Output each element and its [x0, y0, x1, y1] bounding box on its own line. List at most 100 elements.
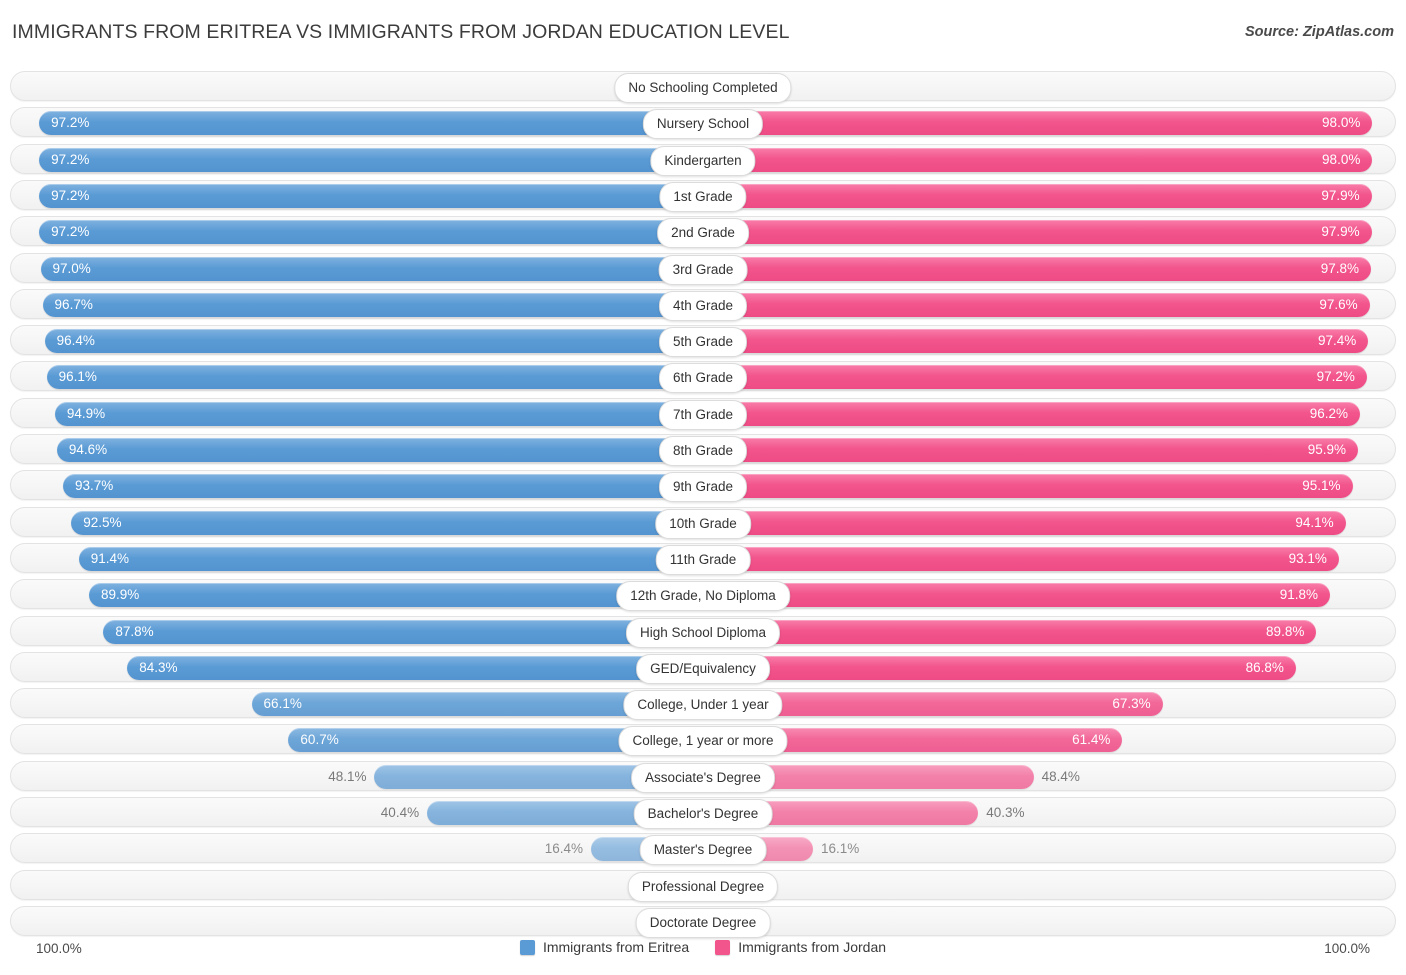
legend-label: Immigrants from Jordan [738, 939, 887, 955]
bar-value-jordan: 96.2% [1309, 405, 1349, 421]
legend-swatch-pink [715, 939, 731, 955]
bar-eritrea: 87.8% [103, 619, 703, 644]
chart-row: 93.7% 95.1% 9th Grade [10, 470, 1396, 503]
bar-value-eritrea: 48.1% [328, 768, 367, 784]
bar-value-jordan: 16.1% [820, 841, 860, 857]
bar-value-jordan: 61.4% [1072, 732, 1111, 748]
category-label: Nursery School [642, 109, 764, 140]
bar-value-eritrea: 84.3% [139, 659, 178, 675]
legend-swatch-blue [519, 939, 535, 955]
category-label: 3rd Grade [658, 254, 748, 285]
bar-jordan: 97.8% [703, 256, 1371, 281]
bar-eritrea: 94.6% [56, 438, 703, 462]
chart-row: 4.8%4.7%Professional Degree [10, 869, 1396, 902]
bar-value-eritrea: 91.4% [90, 550, 130, 566]
bar-value-eritrea: 97.2% [51, 151, 90, 167]
bar-value-jordan: 97.4% [1317, 333, 1357, 349]
chart-row: 60.7% 61.4% College, 1 year or more [10, 724, 1396, 757]
chart-row: 94.9% 96.2% 7th Grade [10, 397, 1396, 430]
chart-row: 97.2% 97.9% 1st Grade [10, 179, 1396, 212]
chart-row: 2.1%2.0%Doctorate Degree [10, 905, 1396, 938]
bar-jordan: 96.2% [703, 401, 1361, 426]
chart-row: 2.8%2.0%No Schooling Completed [10, 71, 1396, 103]
diverging-bar-chart: 2.8%2.0%No Schooling Completed 97.2% 98.0%… [0, 62, 1406, 938]
bar-value-eritrea: 97.2% [51, 115, 90, 131]
bar-jordan: 97.6% [703, 292, 1370, 317]
bar-value-eritrea: 97.0% [52, 260, 91, 276]
legend-item: Immigrants from Eritrea [519, 939, 689, 955]
bar-value-jordan: 48.4% [1041, 768, 1080, 784]
bar-value-jordan: 86.8% [1245, 659, 1284, 675]
bar-jordan: 95.9% [703, 438, 1358, 462]
chart-row: 92.5% 94.1% 10th Grade [10, 506, 1396, 539]
category-label: 4th Grade [658, 290, 748, 321]
bar-value-jordan: 98.0% [1322, 151, 1361, 167]
bar-value-eritrea: 16.4% [544, 841, 583, 857]
bar-value-jordan: 97.8% [1320, 260, 1359, 276]
source-label: Source: ZipAtlas.com [1244, 24, 1394, 40]
category-label: No Schooling Completed [614, 73, 792, 103]
bar-eritrea: 96.1% [46, 365, 703, 390]
category-label: Doctorate Degree [635, 907, 771, 938]
bar-jordan: 98.0% [703, 147, 1373, 172]
bar-eritrea: 97.0% [40, 256, 703, 281]
category-label: 6th Grade [658, 363, 748, 394]
bar-value-jordan: 67.3% [1112, 696, 1151, 712]
chart-legend: Immigrants from Eritrea Immigrants from J… [0, 939, 1406, 955]
bar-eritrea: 96.7% [42, 292, 703, 317]
bar-eritrea: 89.9% [88, 583, 703, 608]
bar-jordan: 91.8% [703, 583, 1330, 608]
bar-value-jordan: 91.8% [1279, 587, 1318, 603]
chart-header: IMMIGRANTS FROM ERITREA VS IMMIGRANTS FR… [0, 0, 1406, 60]
category-label: 7th Grade [658, 399, 748, 430]
category-label: Professional Degree [627, 871, 779, 902]
category-label: High School Diploma [625, 617, 781, 648]
category-label: 8th Grade [658, 436, 748, 466]
bar-eritrea: 84.3% [127, 655, 703, 680]
chart-row: 87.8% 89.8% High School Diploma [10, 615, 1396, 648]
bar-value-jordan: 95.9% [1307, 442, 1346, 457]
category-label: Associate's Degree [631, 762, 775, 793]
category-label: Master's Degree [639, 835, 767, 866]
chart-row: 94.6% 95.9% 8th Grade [10, 434, 1396, 466]
bar-eritrea: 97.2% [39, 220, 703, 245]
bar-jordan: 97.9% [703, 183, 1372, 208]
chart-row: 48.1% 48.4% Associate's Degree [10, 760, 1396, 793]
chart-row: 97.2% 98.0% Kindergarten [10, 143, 1396, 176]
bar-jordan: 89.8% [703, 619, 1317, 644]
chart-row: 16.4% 16.1% Master's Degree [10, 833, 1396, 866]
category-label: Bachelor's Degree [633, 799, 773, 829]
bar-jordan: 98.0% [703, 111, 1373, 136]
category-label: 1st Grade [659, 181, 747, 212]
bar-value-jordan: 97.9% [1321, 224, 1360, 240]
bar-eritrea: 97.2% [39, 147, 703, 172]
bar-jordan: 93.1% [703, 546, 1339, 571]
bar-value-eritrea: 97.2% [51, 187, 90, 203]
bar-value-jordan: 93.1% [1288, 550, 1327, 566]
bar-eritrea: 92.5% [71, 510, 703, 535]
bar-value-jordan: 97.2% [1316, 369, 1355, 385]
bar-value-jordan: 89.8% [1266, 623, 1305, 639]
bar-value-jordan: 40.3% [986, 805, 1025, 820]
category-label: 5th Grade [658, 327, 748, 358]
bar-value-eritrea: 40.4% [380, 805, 420, 820]
chart-row: 96.1% 97.2% 6th Grade [10, 361, 1396, 394]
chart-row: 96.7% 97.6% 4th Grade [10, 288, 1396, 321]
bar-value-eritrea: 94.9% [66, 405, 106, 421]
legend-item: Immigrants from Jordan [715, 939, 886, 955]
chart-footer: 100.0% Immigrants from Eritrea Immigrants… [0, 939, 1406, 965]
bar-value-jordan: 97.6% [1319, 296, 1358, 312]
category-label: College, Under 1 year [623, 690, 783, 721]
bar-value-eritrea: 92.5% [83, 514, 122, 530]
bar-eritrea: 97.2% [39, 111, 703, 136]
bar-value-eritrea: 94.6% [68, 442, 108, 457]
chart-row: 66.1% 67.3% College, Under 1 year [10, 688, 1396, 721]
bar-eritrea: 93.7% [63, 474, 703, 499]
category-label: Kindergarten [650, 145, 756, 176]
axis-max-right: 100.0% [1324, 941, 1370, 956]
bar-value-eritrea: 96.4% [56, 333, 95, 349]
chart-row: 89.9% 91.8% 12th Grade, No Diploma [10, 579, 1396, 612]
bar-eritrea: 97.2% [39, 183, 703, 208]
chart-row: 84.3% 86.8% GED/Equivalency [10, 651, 1396, 684]
bar-value-eritrea: 89.9% [100, 587, 140, 603]
